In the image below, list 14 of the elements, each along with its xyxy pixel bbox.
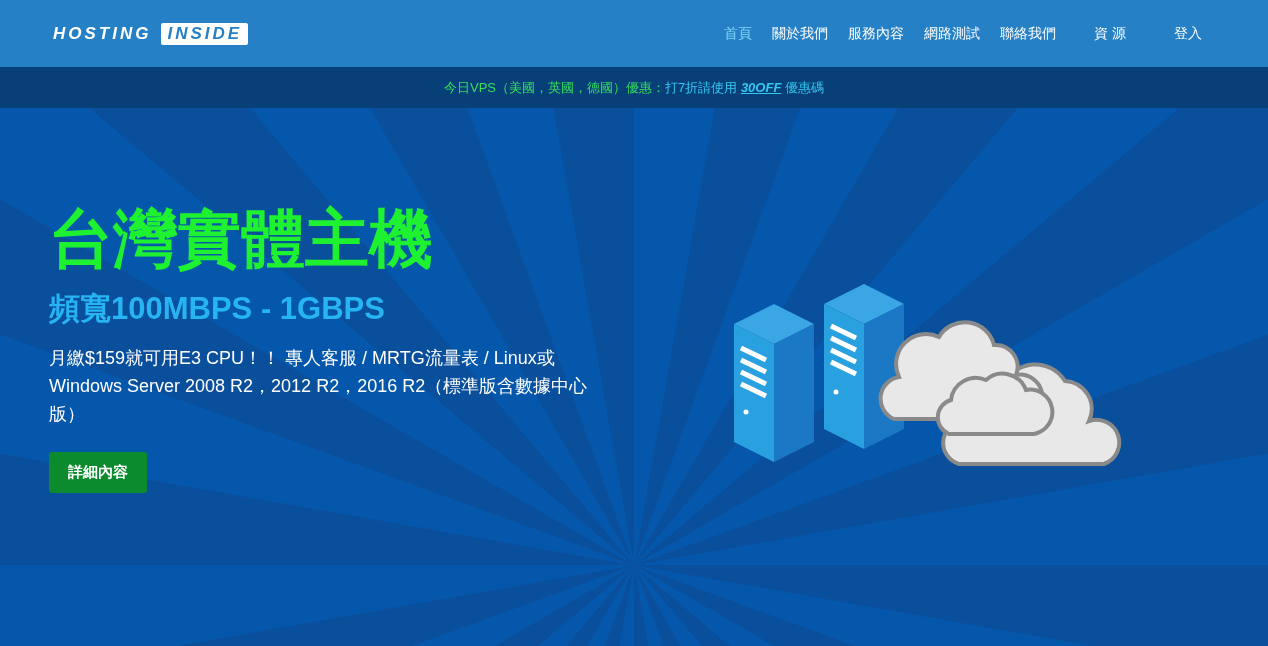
nav-link[interactable]: 關於我們 xyxy=(772,24,829,43)
hero-subtitle: 頻寬100MBPS - 1GBPS xyxy=(49,290,386,329)
hero-description: 月繳$159就可用E3 CPU！！ 專人客服 / MRTG流量表 / Linux或Windows Server 2008 R2，2012 R2，2016 R2（標準版含數據中心版） xyxy=(49,347,589,427)
nav-link[interactable]: 首頁 xyxy=(724,24,753,43)
nav-link[interactable]: 網路測試 xyxy=(924,24,981,43)
nav-link[interactable]: 登入 xyxy=(1174,24,1202,43)
hero-title: 台灣實體主機 xyxy=(49,204,434,275)
nav-link[interactable]: 服務內容 xyxy=(848,24,905,43)
details-button[interactable]: 詳細內容 xyxy=(49,452,147,494)
coupon-code-link[interactable]: 30OFF xyxy=(740,79,782,95)
nav-link[interactable]: 聯絡我們 xyxy=(1000,24,1057,43)
logo[interactable]: HOSTING INSIDE xyxy=(53,22,249,45)
nav-link[interactable]: 資 源 xyxy=(1094,24,1126,43)
promo-text: 今日VPS（美國，英國，德國）優惠：打7折請使用 30OFF 優惠碼 xyxy=(444,78,824,97)
